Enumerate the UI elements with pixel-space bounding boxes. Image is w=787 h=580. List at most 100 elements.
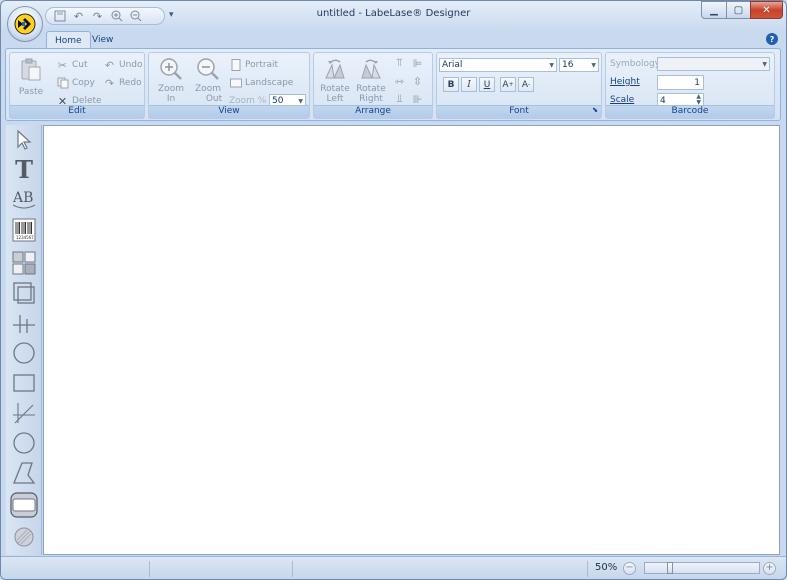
cut-button[interactable]: ✂ Cut: [56, 57, 88, 73]
redo-icon: ↷: [104, 76, 115, 90]
font-family-select[interactable]: Arial ▼: [439, 58, 557, 72]
pointer-tool-icon[interactable]: [11, 127, 37, 153]
design-canvas[interactable]: [43, 125, 780, 555]
undo-icon: ↶: [104, 58, 115, 72]
font-group-label-text: Font: [509, 106, 529, 116]
zoom-level: 50%: [595, 562, 618, 573]
zoom-slider[interactable]: [644, 562, 760, 574]
chevron-down-icon: ▼: [591, 62, 596, 69]
tab-view[interactable]: View: [84, 31, 121, 49]
help-icon[interactable]: ?: [766, 33, 778, 45]
portrait-icon: [229, 59, 242, 72]
scale-label: Scale: [610, 95, 635, 105]
height-value: 1: [694, 77, 700, 88]
align-bottom-icon: ⫫: [396, 92, 403, 105]
center-vertical-button[interactable]: ⇳: [411, 73, 424, 89]
toolbox: T AB 1234567: [6, 125, 42, 555]
copy-button[interactable]: Copy: [56, 75, 95, 91]
zoom-in-icon: [158, 56, 184, 82]
rectangle-tool-icon[interactable]: [11, 370, 37, 396]
maximize-button[interactable]: ▢: [726, 1, 751, 19]
align-right-icon: ⊪: [412, 92, 423, 106]
text-tool-icon[interactable]: T: [11, 155, 37, 184]
polygon-tool-icon[interactable]: [11, 460, 37, 486]
crosshair-tool-icon[interactable]: [11, 310, 37, 336]
minimize-button[interactable]: ▁: [701, 1, 727, 19]
arc-text-tool-icon[interactable]: AB: [11, 185, 37, 211]
height-input[interactable]: 1: [657, 75, 704, 90]
symbology-select[interactable]: ▼: [657, 57, 770, 71]
rounded-rect-tool-icon[interactable]: [10, 492, 38, 518]
center-vertical-icon: ⇳: [412, 74, 423, 88]
scale-value: 4: [660, 95, 666, 106]
zoom-in-button[interactable]: Zoom In: [153, 56, 189, 104]
svg-text:1234567: 1234567: [16, 235, 34, 240]
edit-group: Paste ✂ Cut Copy ✕ Delete ↶ Undo ↷ Redo …: [9, 52, 145, 119]
redo-button[interactable]: ↷ Redo: [103, 75, 142, 91]
app-logo-icon: [14, 13, 36, 35]
paste-button[interactable]: Paste: [16, 57, 46, 97]
minus-icon: −: [625, 562, 634, 573]
portrait-button[interactable]: Portrait: [229, 57, 278, 73]
underline-button[interactable]: U: [479, 77, 495, 92]
view-group-label: View: [149, 105, 309, 118]
status-bar: 50% − +: [1, 556, 786, 579]
status-divider: [149, 561, 150, 577]
rotate-right-button[interactable]: Rotate Right: [354, 56, 388, 104]
bold-button[interactable]: B: [443, 77, 459, 92]
close-button[interactable]: ✕: [750, 1, 783, 19]
undo-label: Undo: [119, 60, 143, 70]
font-family-value: Arial: [442, 60, 463, 70]
arrange-group-label: Arrange: [314, 105, 432, 118]
grow-font-button[interactable]: A +: [500, 77, 516, 92]
ellipse-tool-icon[interactable]: [11, 430, 37, 456]
font-size-select[interactable]: 16 ▼: [559, 58, 599, 72]
plus-icon: +: [765, 562, 774, 573]
rotate-left-button[interactable]: Rotate Left: [318, 56, 352, 104]
status-divider: [587, 561, 588, 577]
undo-button[interactable]: ↶ Undo: [103, 57, 143, 73]
align-top-icon: ⫪: [396, 56, 403, 69]
close-icon: ✕: [762, 4, 771, 16]
center-horizontal-icon: ⇿: [394, 74, 405, 88]
zoom-slider-thumb[interactable]: [667, 562, 673, 574]
title-bar: ↶ ↷ ▾ untitled - LabeLase® Designer ▁ ▢ …: [1, 1, 786, 29]
chevron-down-icon: ▼: [549, 62, 554, 69]
align-top-button[interactable]: ⫪: [393, 55, 406, 71]
chevron-down-icon: ▼: [762, 61, 767, 68]
barcode-tool-icon[interactable]: 1234567: [11, 217, 37, 243]
status-divider: [292, 561, 293, 577]
zoom-out-button[interactable]: Zoom Out: [193, 56, 223, 104]
paste-label: Paste: [18, 87, 44, 97]
copy-icon: [56, 77, 69, 90]
center-horizontal-button[interactable]: ⇿: [393, 73, 406, 89]
cut-label: Cut: [72, 60, 88, 70]
landscape-label: Landscape: [245, 78, 294, 88]
rotate-right-label-1: Rotate: [356, 84, 386, 94]
align-left-icon: ⊫: [412, 56, 423, 70]
barcode-group: Symbology ▼ Height 1 Scale 4 ▲ ▼ Barcode: [605, 52, 775, 119]
circle-tool-icon[interactable]: [11, 340, 37, 366]
landscape-button[interactable]: Landscape: [229, 75, 293, 91]
zoom-in-button[interactable]: +: [763, 562, 776, 575]
italic-button[interactable]: I: [461, 77, 477, 92]
rotate-left-icon: [322, 56, 348, 82]
line-tool-icon[interactable]: [11, 400, 37, 426]
zoom-in-label: Zoom In: [158, 84, 184, 104]
shrink-font-button[interactable]: A-: [518, 77, 534, 92]
image-tool-icon[interactable]: [11, 250, 37, 276]
fill-tool-icon[interactable]: [11, 524, 37, 550]
align-left-button[interactable]: ⊫: [411, 55, 424, 71]
arrange-group: Rotate Left Rotate Right ⫪ ⊫ ⇿ ⇳ ⫫ ⊪ Arr…: [313, 52, 433, 119]
app-menu-button[interactable]: [7, 6, 43, 42]
zoom-out-icon: [195, 56, 221, 82]
zoom-out-button[interactable]: −: [623, 562, 636, 575]
font-group: Arial ▼ 16 ▼ B I U A + A- Font ⬊: [436, 52, 602, 119]
symbology-label: Symbology: [610, 59, 661, 69]
copy-label: Copy: [72, 78, 95, 88]
dialog-launcher-icon[interactable]: ⬊: [592, 106, 598, 114]
edit-group-label: Edit: [10, 105, 144, 118]
frame-tool-icon[interactable]: [11, 280, 37, 306]
clipboard-icon: [18, 57, 44, 83]
portrait-label: Portrait: [245, 60, 279, 70]
